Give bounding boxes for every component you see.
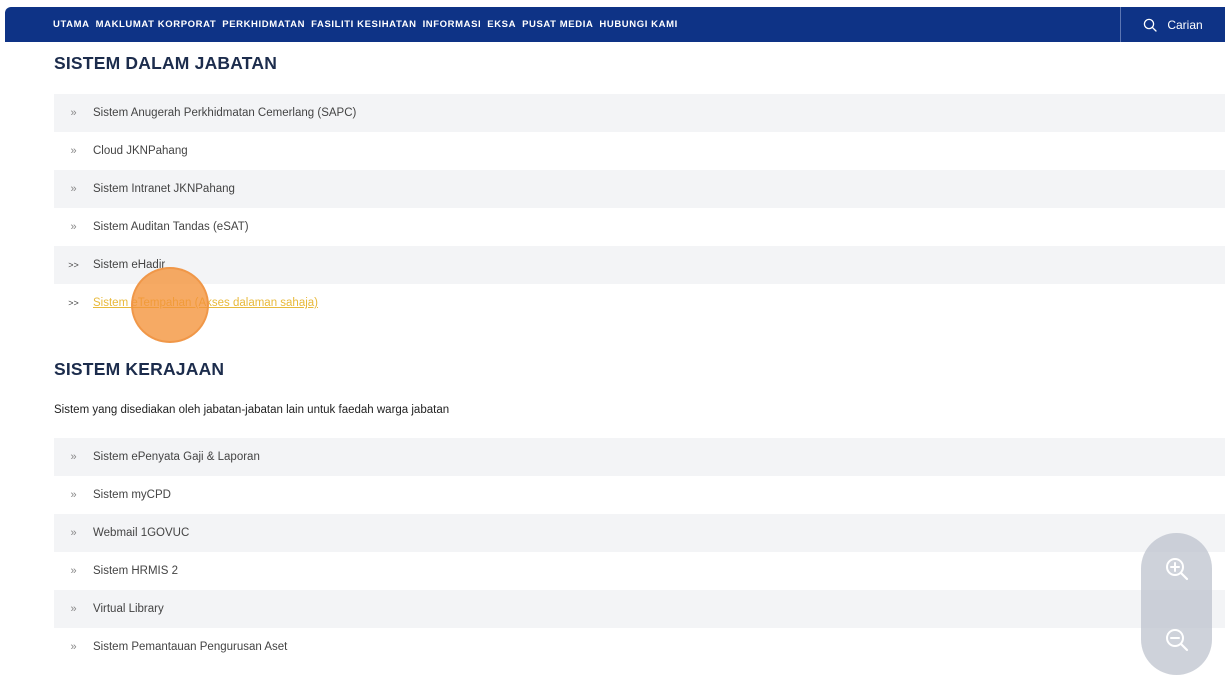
chevron-right-icon: »	[70, 107, 77, 119]
nav-item-perkhidmatan[interactable]: PERKHIDMATAN	[222, 19, 305, 30]
chevron-right-icon: »	[70, 451, 77, 463]
nav-item-pusat-media[interactable]: PUSAT MEDIA	[522, 19, 593, 30]
nav-item-informasi[interactable]: INFORMASI	[423, 19, 482, 30]
chevron-right-icon: >>	[68, 298, 79, 308]
list-item[interactable]: » Virtual Library	[54, 590, 1225, 628]
search-icon	[1144, 18, 1157, 32]
list-item-label[interactable]: Webmail 1GOVUC	[93, 527, 189, 539]
list-item-label[interactable]: Sistem myCPD	[93, 489, 171, 501]
list-item[interactable]: » Sistem ePenyata Gaji & Laporan	[54, 438, 1225, 476]
list-sistem-dalam-jabatan: » Sistem Anugerah Perkhidmatan Cemerlang…	[54, 94, 1225, 322]
chevron-right-icon: »	[70, 603, 77, 615]
section-title-sistem-kerajaan: SISTEM KERAJAAN	[54, 359, 225, 379]
list-item-label[interactable]: Sistem Intranet JKNPahang	[93, 183, 235, 195]
list-item[interactable]: » Cloud JKNPahang	[54, 132, 1225, 170]
list-item[interactable]: » Sistem Intranet JKNPahang	[54, 170, 1225, 208]
list-item-label[interactable]: Sistem HRMIS 2	[93, 565, 178, 577]
list-sistem-kerajaan: » Sistem ePenyata Gaji & Laporan » Siste…	[54, 438, 1225, 666]
nav-item-eksa[interactable]: EKSA	[487, 19, 516, 30]
zoom-out-button[interactable]	[1157, 620, 1197, 660]
list-item-label[interactable]: Sistem Pemantauan Pengurusan Aset	[93, 641, 287, 653]
chevron-right-icon: »	[70, 489, 77, 501]
top-navbar: UTAMA MAKLUMAT KORPORAT PERKHIDMATAN FAS…	[5, 7, 1225, 42]
nav-item-fasiliti-kesihatan[interactable]: FASILITI KESIHATAN	[311, 19, 416, 30]
nav-item-maklumat-korporat[interactable]: MAKLUMAT KORPORAT	[96, 19, 217, 30]
list-item-label[interactable]: Virtual Library	[93, 603, 164, 615]
chevron-right-icon: »	[70, 641, 77, 653]
section-title-sistem-dalam-jabatan: SISTEM DALAM JABATAN	[54, 53, 278, 73]
zoom-out-icon	[1165, 628, 1188, 651]
list-item[interactable]: » Webmail 1GOVUC	[54, 514, 1225, 552]
search-button[interactable]: Carian	[1120, 7, 1225, 42]
list-item[interactable]: » Sistem Pemantauan Pengurusan Aset	[54, 628, 1225, 666]
list-item-label[interactable]: Cloud JKNPahang	[93, 145, 188, 157]
list-item[interactable]: » Sistem myCPD	[54, 476, 1225, 514]
nav-item-utama[interactable]: UTAMA	[53, 19, 90, 30]
chevron-right-icon: »	[70, 183, 77, 195]
chevron-right-icon: »	[70, 565, 77, 577]
search-label: Carian	[1167, 17, 1203, 32]
list-item[interactable]: » Sistem HRMIS 2	[54, 552, 1225, 590]
page: UTAMA MAKLUMAT KORPORAT PERKHIDMATAN FAS…	[0, 0, 1225, 679]
list-item[interactable]: » Sistem Anugerah Perkhidmatan Cemerlang…	[54, 94, 1225, 132]
list-item-label[interactable]: Sistem eHadir	[93, 259, 165, 271]
list-item-link-etempahan[interactable]: Sistem eTempahan (Akses dalaman sahaja)	[93, 297, 318, 309]
nav-item-hubungi-kami[interactable]: HUBUNGI KAMI	[599, 19, 677, 30]
list-item[interactable]: >> Sistem eTempahan (Akses dalaman sahaj…	[54, 284, 1225, 322]
chevron-right-icon: »	[70, 145, 77, 157]
list-item[interactable]: » Sistem Auditan Tandas (eSAT)	[54, 208, 1225, 246]
nav-menu: UTAMA MAKLUMAT KORPORAT PERKHIDMATAN FAS…	[5, 7, 684, 42]
zoom-controls	[1141, 533, 1212, 675]
chevron-right-icon: »	[70, 221, 77, 233]
list-item[interactable]: >> Sistem eHadir	[54, 246, 1225, 284]
section-description: Sistem yang disediakan oleh jabatan-jaba…	[54, 404, 450, 416]
chevron-right-icon: »	[70, 527, 77, 539]
list-item-label[interactable]: Sistem ePenyata Gaji & Laporan	[93, 451, 260, 463]
zoom-in-icon	[1165, 557, 1188, 580]
zoom-in-button[interactable]	[1157, 549, 1197, 589]
chevron-right-icon: >>	[68, 260, 79, 270]
list-item-label[interactable]: Sistem Auditan Tandas (eSAT)	[93, 221, 249, 233]
list-item-label[interactable]: Sistem Anugerah Perkhidmatan Cemerlang (…	[93, 107, 356, 119]
